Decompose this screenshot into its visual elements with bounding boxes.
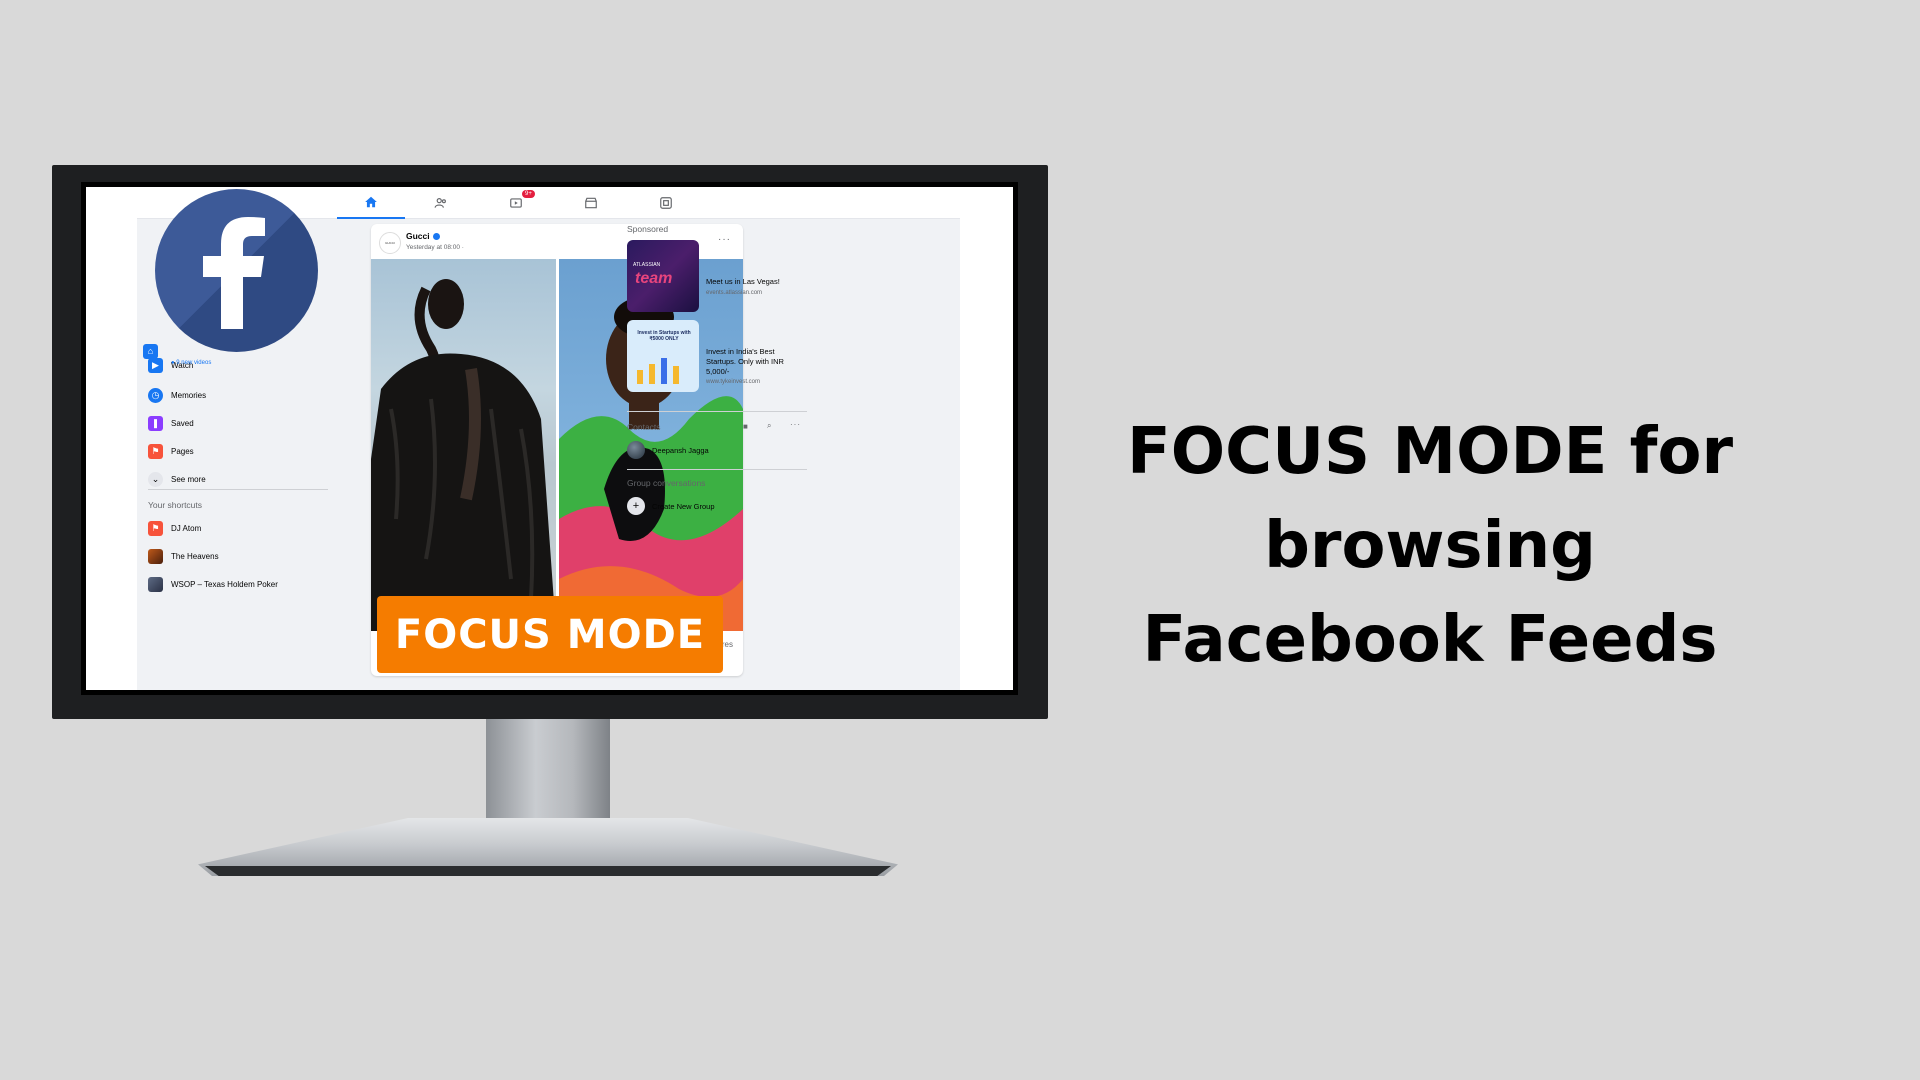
watch-badge: 9+	[522, 190, 535, 198]
ad-thumbnail-tyke[interactable]: Invest in Startups with ₹5000 ONLY	[627, 320, 699, 392]
contacts-title: Contacts	[627, 422, 661, 432]
sidebar-item-saved[interactable]: ❚ Saved	[148, 413, 194, 433]
marketplace-icon	[585, 197, 597, 209]
contact-name: Deepansh Jagga	[652, 445, 709, 455]
sidebar-item-pages[interactable]: ⚑ Pages	[148, 441, 194, 461]
headline: FOCUS MODE for browsing Facebook Feeds	[1080, 405, 1780, 687]
ad-title[interactable]: Invest in India's Best Startups. Only wi…	[706, 347, 806, 377]
watch-sub-label: 9 new videos	[176, 360, 212, 366]
home-tab[interactable]	[337, 187, 405, 219]
sponsored-title: Sponsored	[627, 224, 669, 234]
video-call-icon[interactable]: ■	[743, 422, 748, 431]
post-photo-left[interactable]	[371, 259, 556, 631]
headline-line: FOCUS MODE for	[1126, 415, 1734, 489]
monitor-stand-base-edge	[205, 866, 891, 876]
investment-illustration-icon	[637, 358, 679, 384]
sidebar-item-label: Pages	[171, 446, 194, 456]
clock-icon: ◷	[148, 387, 163, 403]
sidebar-divider	[148, 489, 328, 490]
ad-thumb-text: team	[635, 270, 673, 287]
plus-icon: +	[627, 497, 645, 515]
chevron-down-icon: ⌄	[148, 471, 163, 487]
game-thumbnail-icon	[148, 576, 163, 592]
gaming-icon	[660, 197, 672, 209]
gaming-tab[interactable]	[632, 187, 700, 219]
home-icon	[365, 196, 377, 208]
sidebar-item-memories[interactable]: ◷ Memories	[148, 385, 206, 405]
friends-tab[interactable]	[407, 187, 475, 219]
bookmark-icon: ❚	[148, 415, 163, 431]
sidebar-item-see-more[interactable]: ⌄ See more	[148, 469, 206, 489]
ad-thumbnail-atlassian[interactable]: ATLASSIAN team	[627, 240, 699, 312]
group-thumbnail-icon	[148, 548, 163, 564]
focus-mode-button[interactable]: FOCUS MODE	[377, 596, 723, 673]
search-icon[interactable]: ⌕	[767, 421, 771, 431]
post-more-options-icon[interactable]: ···	[718, 234, 731, 245]
more-options-icon[interactable]: ···	[790, 420, 801, 429]
shortcut-item[interactable]: ⚑ DJ Atom	[148, 518, 201, 538]
watch-icon: ▶	[148, 357, 163, 373]
screen-right-margin	[960, 187, 1013, 690]
watch-new-videos: ● 9 new videos	[171, 360, 212, 366]
contact-item[interactable]: Deepansh Jagga	[627, 441, 709, 459]
facebook-logo	[155, 189, 318, 352]
headline-line: browsing	[1264, 509, 1596, 583]
screen-left-margin	[86, 187, 137, 690]
ad-url[interactable]: events.atlassian.com	[706, 290, 762, 296]
post-author-avatar[interactable]: GUCCI	[379, 232, 401, 254]
right-column-divider	[627, 469, 807, 470]
shortcut-label: The Heavens	[171, 551, 219, 561]
post-author-name[interactable]: Gucci	[406, 231, 440, 241]
sidebar-item-label: Saved	[171, 418, 194, 428]
shortcut-label: WSOP – Texas Holdem Poker	[171, 579, 278, 589]
ad-title[interactable]: Meet us in Las Vegas!	[706, 277, 806, 287]
right-column-divider	[627, 411, 807, 412]
sidebar-item-label: See more	[171, 474, 206, 484]
create-group-label: Create New Group	[652, 501, 715, 511]
post-footer-partial: res	[721, 640, 733, 649]
shortcut-item[interactable]: The Heavens	[148, 546, 219, 566]
friends-icon	[434, 198, 446, 208]
shortcut-label: DJ Atom	[171, 523, 202, 533]
verified-badge-icon	[432, 233, 440, 241]
headline-line: Facebook Feeds	[1142, 603, 1718, 677]
post-author-label: Gucci	[406, 231, 430, 241]
sidebar-item-label: Memories	[171, 390, 207, 400]
flag-icon: ⚑	[148, 520, 163, 536]
avatar	[627, 441, 645, 459]
watch-icon	[510, 198, 522, 208]
shortcut-item[interactable]: WSOP – Texas Holdem Poker	[148, 574, 278, 594]
post-timestamp[interactable]: Yesterday at 08:00 ·	[406, 244, 464, 251]
create-new-group-button[interactable]: + Create New Group	[627, 497, 715, 515]
watch-tab[interactable]: 9+	[482, 187, 550, 219]
ad-thumb-brand: ATLASSIAN	[633, 262, 661, 268]
marketplace-tab[interactable]	[557, 187, 625, 219]
facebook-f-icon	[203, 217, 265, 329]
model-fur-coat-image	[371, 279, 556, 631]
flag-icon: ⚑	[148, 443, 163, 459]
shortcuts-title: Your shortcuts	[148, 500, 203, 510]
ad-url[interactable]: www.tykeinvest.com	[706, 379, 760, 385]
group-conversations-title: Group conversations	[627, 478, 706, 488]
